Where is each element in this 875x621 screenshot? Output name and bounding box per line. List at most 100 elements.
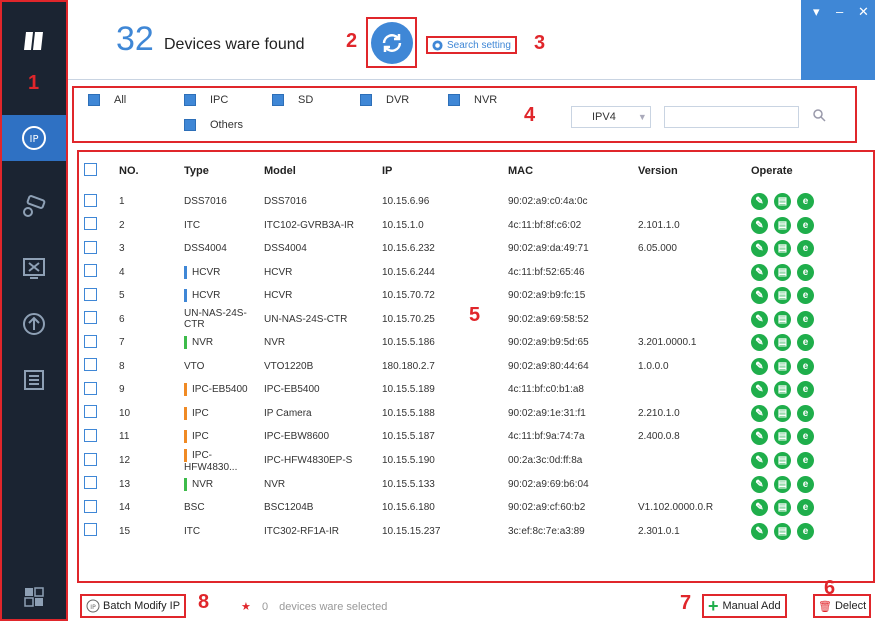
manual-add-button[interactable]: + Manual Add bbox=[702, 594, 787, 618]
row-checkbox[interactable] bbox=[84, 311, 97, 325]
search-icon[interactable] bbox=[812, 108, 826, 125]
web-icon[interactable]: e bbox=[797, 522, 814, 540]
web-icon[interactable]: e bbox=[797, 475, 814, 493]
table-row[interactable]: 4 HCVR HCVR 10.15.6.244 4c:11:bf:52:65:46 ✎ ▤ e bbox=[79, 261, 873, 285]
search-setting-button[interactable]: Search setting bbox=[426, 36, 517, 54]
web-icon[interactable]: e bbox=[797, 381, 814, 399]
edit-icon[interactable]: ✎ bbox=[751, 193, 768, 211]
details-icon[interactable]: ▤ bbox=[774, 522, 791, 540]
details-icon[interactable]: ▤ bbox=[774, 404, 791, 422]
details-icon[interactable]: ▤ bbox=[774, 240, 791, 258]
refresh-button[interactable] bbox=[370, 21, 413, 64]
menu-icon[interactable]: ▾ bbox=[813, 4, 820, 20]
filter-sd[interactable]: SD bbox=[272, 94, 313, 106]
edit-icon[interactable]: ✎ bbox=[751, 216, 768, 234]
details-icon[interactable]: ▤ bbox=[774, 216, 791, 234]
table-row[interactable]: 1 DSS7016 DSS7016 10.15.6.96 90:02:a9:c0:4a:… bbox=[79, 190, 873, 214]
row-checkbox[interactable] bbox=[84, 523, 97, 537]
filter-all[interactable]: All bbox=[88, 94, 126, 106]
close-icon[interactable]: ✕ bbox=[858, 4, 869, 20]
row-checkbox[interactable] bbox=[84, 217, 97, 231]
checkbox-checked[interactable] bbox=[184, 94, 196, 106]
filter-nvr[interactable]: NVR bbox=[448, 94, 497, 106]
edit-icon[interactable]: ✎ bbox=[751, 310, 768, 328]
details-icon[interactable]: ▤ bbox=[774, 193, 791, 211]
details-icon[interactable]: ▤ bbox=[774, 357, 791, 375]
details-icon[interactable]: ▤ bbox=[774, 452, 791, 469]
web-icon[interactable]: e bbox=[797, 240, 814, 258]
web-icon[interactable]: e bbox=[797, 428, 814, 446]
table-row[interactable]: 8 VTO VTO1220B 180.180.2.7 90:02:a9:80:44:64… bbox=[79, 355, 873, 379]
web-icon[interactable]: e bbox=[797, 499, 814, 517]
edit-icon[interactable]: ✎ bbox=[751, 357, 768, 375]
sidebar-item-ip-search[interactable]: IP bbox=[2, 115, 66, 161]
details-icon[interactable]: ▤ bbox=[774, 263, 791, 281]
row-checkbox[interactable] bbox=[84, 264, 97, 278]
checkbox-checked[interactable] bbox=[184, 119, 196, 131]
details-icon[interactable]: ▤ bbox=[774, 499, 791, 517]
row-checkbox[interactable] bbox=[84, 476, 97, 490]
web-icon[interactable]: e bbox=[797, 357, 814, 375]
table-row[interactable]: 15 ITC ITC302-RF1A-IR 10.15.15.237 3c:ef:8c:… bbox=[79, 520, 873, 544]
sidebar-item-apps[interactable] bbox=[2, 580, 66, 614]
details-icon[interactable]: ▤ bbox=[774, 428, 791, 446]
table-row[interactable]: 14 BSC BSC1204B 10.15.6.180 90:02:a9:cf:60:b… bbox=[79, 496, 873, 520]
row-checkbox[interactable] bbox=[84, 428, 97, 442]
table-row[interactable]: 9 IPC-EB5400 IPC-EB5400 10.15.5.189 4c:11:bf… bbox=[79, 378, 873, 402]
details-icon[interactable]: ▤ bbox=[774, 310, 791, 328]
row-checkbox[interactable] bbox=[84, 405, 97, 419]
edit-icon[interactable]: ✎ bbox=[751, 240, 768, 258]
details-icon[interactable]: ▤ bbox=[774, 287, 791, 305]
ip-version-select[interactable]: IPV4 ▼ bbox=[571, 106, 651, 128]
edit-icon[interactable]: ✎ bbox=[751, 287, 768, 305]
sidebar-item-upgrade[interactable] bbox=[2, 304, 66, 344]
edit-icon[interactable]: ✎ bbox=[751, 475, 768, 493]
web-icon[interactable]: e bbox=[797, 334, 814, 352]
table-row[interactable]: 10 IPC IP Camera 10.15.5.188 90:02:a9:1e:31:… bbox=[79, 402, 873, 426]
row-checkbox[interactable] bbox=[84, 381, 97, 395]
edit-icon[interactable]: ✎ bbox=[751, 499, 768, 517]
edit-icon[interactable]: ✎ bbox=[751, 452, 768, 469]
edit-icon[interactable]: ✎ bbox=[751, 428, 768, 446]
sidebar-item-docs[interactable] bbox=[2, 360, 66, 400]
details-icon[interactable]: ▤ bbox=[774, 381, 791, 399]
web-icon[interactable]: e bbox=[797, 216, 814, 234]
row-checkbox[interactable] bbox=[84, 193, 97, 207]
row-checkbox[interactable] bbox=[84, 334, 97, 348]
table-row[interactable]: 3 DSS4004 DSS4004 10.15.6.232 90:02:a9:da:49… bbox=[79, 237, 873, 261]
edit-icon[interactable]: ✎ bbox=[751, 381, 768, 399]
sidebar-item-tools[interactable] bbox=[2, 248, 66, 288]
row-checkbox[interactable] bbox=[84, 452, 97, 466]
edit-icon[interactable]: ✎ bbox=[751, 263, 768, 281]
edit-icon[interactable]: ✎ bbox=[751, 334, 768, 352]
filter-ipc[interactable]: IPC bbox=[184, 94, 228, 106]
edit-icon[interactable]: ✎ bbox=[751, 404, 768, 422]
web-icon[interactable]: e bbox=[797, 287, 814, 305]
web-icon[interactable]: e bbox=[797, 452, 814, 469]
table-row[interactable]: 2 ITC ITC102-GVRB3A-IR 10.15.1.0 4c:11:bf:8f… bbox=[79, 214, 873, 238]
search-input[interactable] bbox=[664, 106, 799, 128]
sidebar-item-camera-config[interactable] bbox=[2, 187, 66, 227]
table-row[interactable]: 7 NVR NVR 10.15.5.186 90:02:a9:b9:5d:65 3.201… bbox=[79, 331, 873, 355]
details-icon[interactable]: ▤ bbox=[774, 475, 791, 493]
web-icon[interactable]: e bbox=[797, 404, 814, 422]
row-checkbox[interactable] bbox=[84, 287, 97, 301]
minimize-icon[interactable]: – bbox=[836, 4, 843, 19]
web-icon[interactable]: e bbox=[797, 263, 814, 281]
delect-button[interactable]: 🗑 Delect bbox=[813, 594, 872, 618]
edit-icon[interactable]: ✎ bbox=[751, 522, 768, 540]
batch-modify-ip-button[interactable]: IP Batch Modify IP bbox=[80, 594, 187, 618]
filter-dvr[interactable]: DVR bbox=[360, 94, 409, 106]
filter-others[interactable]: Others bbox=[184, 119, 243, 131]
web-icon[interactable]: e bbox=[797, 310, 814, 328]
table-row[interactable]: 11 IPC IPC-EBW8600 10.15.5.187 4c:11:bf:9a:7… bbox=[79, 425, 873, 449]
web-icon[interactable]: e bbox=[797, 193, 814, 211]
row-checkbox[interactable] bbox=[84, 240, 97, 254]
table-row[interactable]: 13 NVR NVR 10.15.5.133 90:02:a9:69:b6:04 ✎ ▤ e bbox=[79, 473, 873, 497]
checkbox-checked[interactable] bbox=[448, 94, 460, 106]
row-checkbox[interactable] bbox=[84, 358, 97, 372]
checkbox-checked[interactable] bbox=[360, 94, 372, 106]
checkbox-checked[interactable] bbox=[272, 94, 284, 106]
row-checkbox[interactable] bbox=[84, 499, 97, 513]
table-row[interactable]: 12 IPC-HFW4830... IPC-HFW4830EP-S 10.15.5.1… bbox=[79, 448, 873, 473]
